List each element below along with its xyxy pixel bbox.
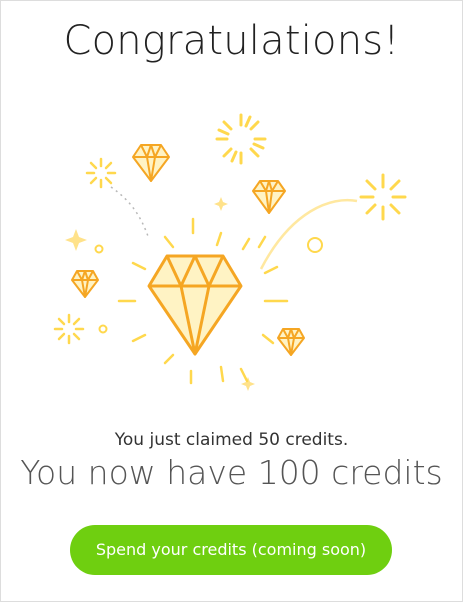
congratulations-dialog: Congratulations! You just claimed 50 cre… — [0, 0, 463, 602]
firework-burst-icon — [53, 113, 407, 345]
dialog-title: Congratulations! — [63, 18, 400, 64]
claimed-credits-message: You just claimed 50 credits. — [114, 430, 349, 450]
diamond-celebration-illustration — [53, 113, 407, 391]
credits-total-message: You now have 100 credits — [20, 453, 443, 492]
diamond-icon — [147, 254, 243, 356]
spend-credits-button[interactable]: Spend your credits (coming soon) — [70, 525, 392, 575]
